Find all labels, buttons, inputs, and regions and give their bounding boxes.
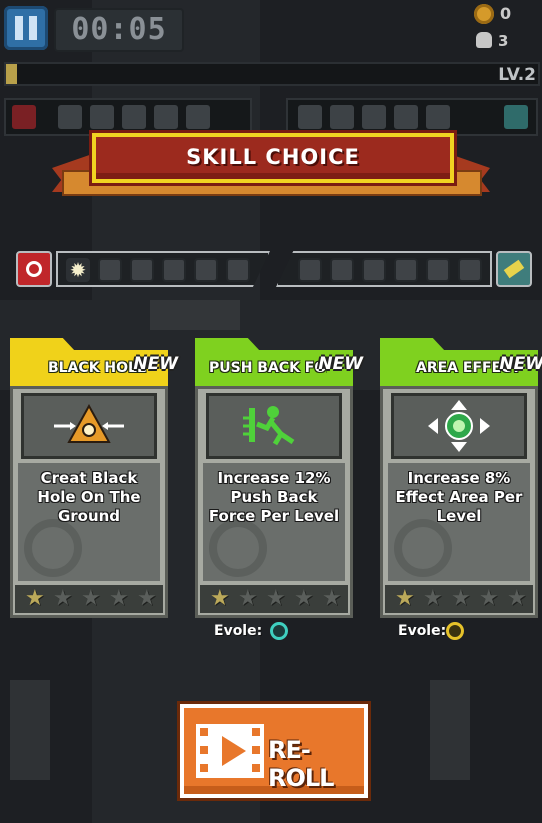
pause-icon [15,16,23,40]
card-title: PUSH BACK FORCE [209,360,327,376]
card-body: Increase 12% Push Back Force Per Level ★… [195,386,353,618]
push-evolve-icon [270,622,288,640]
card-header: PUSH BACK FORCE NEW [195,350,363,386]
black-hole-pyramid-icon [54,403,124,443]
empty-skill-slot [130,258,154,282]
crosshair-watermark-icon [24,519,82,577]
star-icon: ★ [137,586,157,611]
skill-description: Creat Black Hole On The Ground [37,469,141,525]
passive-slot [330,105,354,129]
star-icon: ★ [395,586,415,611]
skill-card-black-hole[interactable]: BLACK HOLE NEW Creat Black Hole On The G… [10,338,178,618]
push-back-figure-icon [243,406,295,446]
video-ad-icon [196,724,264,778]
passive-skill-bar [276,251,492,287]
empty-skill-slot [394,258,418,282]
star-icon: ★ [53,586,73,611]
area-effect-icon [428,400,490,452]
star-icon: ★ [451,586,471,611]
star-icon: ★ [423,586,443,611]
weapon-skill-bar: ✹ [56,251,270,287]
xp-bar-fill [6,64,17,84]
weapon-slots [4,98,252,136]
card-body: Creat Black Hole On The Ground ★ ★ ★ ★ ★ [10,386,168,618]
pause-icon [29,16,37,40]
card-header: AREA EFFECT NEW [380,350,542,386]
weapon-slot [58,105,82,129]
reroll-button[interactable]: RE-ROLL [180,704,368,798]
skill-icon-frame [391,393,527,459]
star-icon: ★ [25,586,45,611]
skill-icon-frame [206,393,342,459]
reroll-label: RE-ROLL [268,736,334,792]
weapon-slot [122,105,146,129]
evolve-label: Evole: [398,623,447,639]
new-badge: NEW [133,354,178,374]
empty-skill-slot [226,258,250,282]
card-header: BLACK HOLE NEW [10,350,178,386]
description-panel: Increase 12% Push Back Force Per Level [203,463,345,581]
weapon-slot [12,105,36,129]
pause-button[interactable] [4,6,48,50]
star-icon: ★ [210,586,230,611]
star-rating: ★ ★ ★ ★ ★ [15,585,163,613]
skill-choice-banner: SKILL CHOICE [92,133,454,183]
skill-card-push-back-force[interactable]: PUSH BACK FORCE NEW Increase 12% Push Ba… [195,338,363,618]
skill-card-area-effect[interactable]: AREA EFFECT NEW Increase 8% Effect Area … [380,338,542,618]
star-icon: ★ [479,586,499,611]
new-badge: NEW [499,354,542,374]
empty-skill-slot [194,258,218,282]
card-body: Increase 8% Effect Area Per Level ★ ★ ★ ★ ★ [380,386,538,618]
star-icon: ★ [294,586,314,611]
passive-slots [286,98,538,136]
description-panel: Creat Black Hole On The Ground [18,463,160,581]
passive-slot [426,105,450,129]
weapon-slot [154,105,178,129]
empty-skill-slot [458,258,482,282]
passive-slot [394,105,418,129]
star-icon: ★ [109,586,129,611]
crosshair-watermark-icon [209,519,267,577]
skill-icon-frame [21,393,157,459]
area-evolve-icon [446,622,464,640]
xp-bar: LV.2 [4,62,540,86]
empty-skill-slot [98,258,122,282]
star-icon: ★ [507,586,527,611]
skill-description: Increase 12% Push Back Force Per Level [208,469,340,525]
passive-slot [504,105,528,129]
evolve-label: Evole: [214,623,263,639]
star-icon: ★ [322,586,342,611]
star-rating: ★ ★ ★ ★ ★ [200,585,348,613]
star-icon: ★ [238,586,258,611]
empty-skill-slot [362,258,386,282]
skull-icon [476,32,492,48]
description-panel: Increase 8% Effect Area Per Level [388,463,530,581]
battery-skill-icon [496,251,532,287]
empty-skill-slot [162,258,186,282]
empty-skill-slot [298,258,322,282]
weapon-slot [90,105,114,129]
passive-slot [362,105,386,129]
level-label: LV.2 [498,65,536,85]
empty-skill-slot [330,258,354,282]
new-badge: NEW [318,354,363,374]
weapon-slot [186,105,210,129]
star-icon: ★ [266,586,286,611]
star-icon: ★ [81,586,101,611]
skill-description: Increase 8% Effect Area Per Level [395,469,523,525]
kill-count: 3 [498,32,509,50]
game-timer: 00:05 [54,8,184,52]
coin-count: 0 [500,4,512,23]
crosshair-watermark-icon [394,519,452,577]
star-rating: ★ ★ ★ ★ ★ [385,585,533,613]
crosshair-skill-icon [16,251,52,287]
passive-slot [298,105,322,129]
empty-skill-slot [426,258,450,282]
equipped-skill-icon: ✹ [66,258,90,282]
banner-title: SKILL CHOICE [186,145,360,169]
coin-icon [474,4,494,24]
